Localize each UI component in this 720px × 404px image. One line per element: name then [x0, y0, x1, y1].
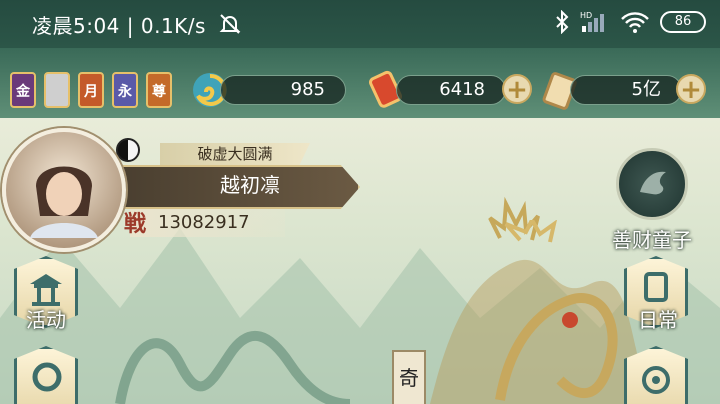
mystic-icon: [642, 366, 670, 394]
badge-gold[interactable]: 金: [10, 72, 36, 108]
player-avatar[interactable]: [2, 128, 126, 252]
spirit-resource-value: 985: [220, 75, 346, 105]
power-mark: 戦: [124, 211, 147, 237]
activity-label: 活动: [26, 308, 66, 332]
badge-month[interactable]: 月: [78, 72, 104, 108]
player-realm: 破虚大圆满: [160, 143, 310, 165]
mute-bell-icon: [219, 14, 241, 34]
add-talisman-button[interactable]: +: [502, 74, 532, 104]
wifi-icon: [621, 12, 649, 33]
fortune-child-icon: [640, 171, 666, 195]
svg-text:HD: HD: [580, 11, 592, 20]
pavilion-icon: [30, 274, 62, 306]
game-screen: 凌晨5:04 | 0.1K/s HD 86 金 月 永 尊 985 6418 +…: [0, 0, 720, 404]
badge-forever[interactable]: 永: [112, 72, 138, 108]
battery-icon: 86: [660, 11, 706, 33]
scroll-tasks-icon: [644, 272, 668, 302]
add-money-button[interactable]: +: [676, 74, 706, 104]
player-power: 13082917: [130, 209, 285, 237]
ring-icon: [32, 362, 62, 392]
talisman-resource-value: 6418: [396, 75, 506, 105]
bluetooth-icon: [556, 10, 569, 34]
fortune-child-label: 善财童子: [612, 228, 692, 252]
status-bar: 凌晨5:04 | 0.1K/s HD 86: [0, 0, 720, 48]
avatar-portrait: [30, 166, 98, 238]
scene-vertical-tab[interactable]: 奇: [392, 350, 426, 404]
status-time: 凌晨5:04 | 0.1K/s: [32, 14, 206, 38]
player-name: 越初凛: [220, 173, 280, 197]
yin-yang-icon: [116, 138, 140, 162]
money-resource-value: 5亿: [570, 75, 682, 105]
daily-label: 日常: [638, 308, 678, 332]
badge-honor[interactable]: 尊: [146, 72, 172, 108]
badge-crossed-icon[interactable]: [44, 72, 70, 108]
signal-hd-icon: HD: [580, 11, 604, 32]
